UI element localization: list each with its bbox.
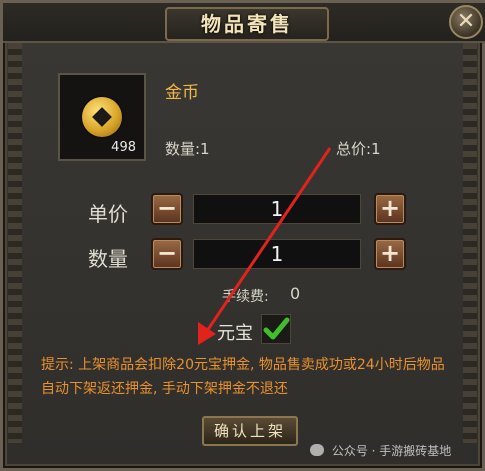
yuanbao-label: 元宝 <box>217 323 253 344</box>
total-price-info: 总价:1 <box>336 140 381 158</box>
wechat-icon <box>310 444 324 456</box>
amount-plus-button[interactable]: + <box>374 238 406 270</box>
item-slot[interactable]: 498 <box>58 73 146 161</box>
confirm-listing-button[interactable]: 确认上架 <box>202 416 298 446</box>
yuanbao-checkbox[interactable] <box>261 314 291 344</box>
dialog-title: 物品寄售 <box>165 7 329 41</box>
coin-icon <box>82 97 122 137</box>
watermark-text: 公众号 · 手游搬砖基地 <box>331 444 452 458</box>
close-button[interactable]: ✕ <box>449 5 483 39</box>
unit-price-plus-button[interactable]: + <box>374 193 406 225</box>
amount-minus-button[interactable]: − <box>151 238 183 270</box>
item-stack-count: 498 <box>111 140 136 155</box>
hint-text: 提示: 上架商品会扣除20元宝押金, 物品售卖成功或24小时后物品自动下架返还押… <box>41 357 445 397</box>
right-ornament <box>463 43 477 443</box>
quantity-info: 数量:1 <box>165 140 210 158</box>
unit-price-input[interactable]: 1 <box>193 194 361 224</box>
checkmark-icon <box>263 317 290 340</box>
watermark: 公众号 · 手游搬砖基地 <box>310 442 451 459</box>
unit-price-minus-button[interactable]: − <box>151 193 183 225</box>
unit-price-label: 单价 <box>88 202 128 226</box>
plus-icon: + <box>379 239 401 267</box>
title-bar: 物品寄售 ✕ <box>3 3 485 43</box>
fee-label: 手续费: <box>222 289 269 305</box>
plus-icon: + <box>379 194 401 222</box>
item-name: 金币 <box>165 83 199 103</box>
amount-input[interactable]: 1 <box>193 239 361 269</box>
minus-icon: − <box>156 239 178 267</box>
amount-label: 数量 <box>88 247 128 271</box>
minus-icon: − <box>156 194 178 222</box>
consign-dialog: 物品寄售 ✕ 498 金币 数量:1 总价:1 单价 − 1 + 数量 − 1 … <box>0 0 485 471</box>
left-ornament <box>8 43 22 443</box>
close-icon: ✕ <box>456 9 476 34</box>
fee-value: 0 <box>290 284 301 303</box>
